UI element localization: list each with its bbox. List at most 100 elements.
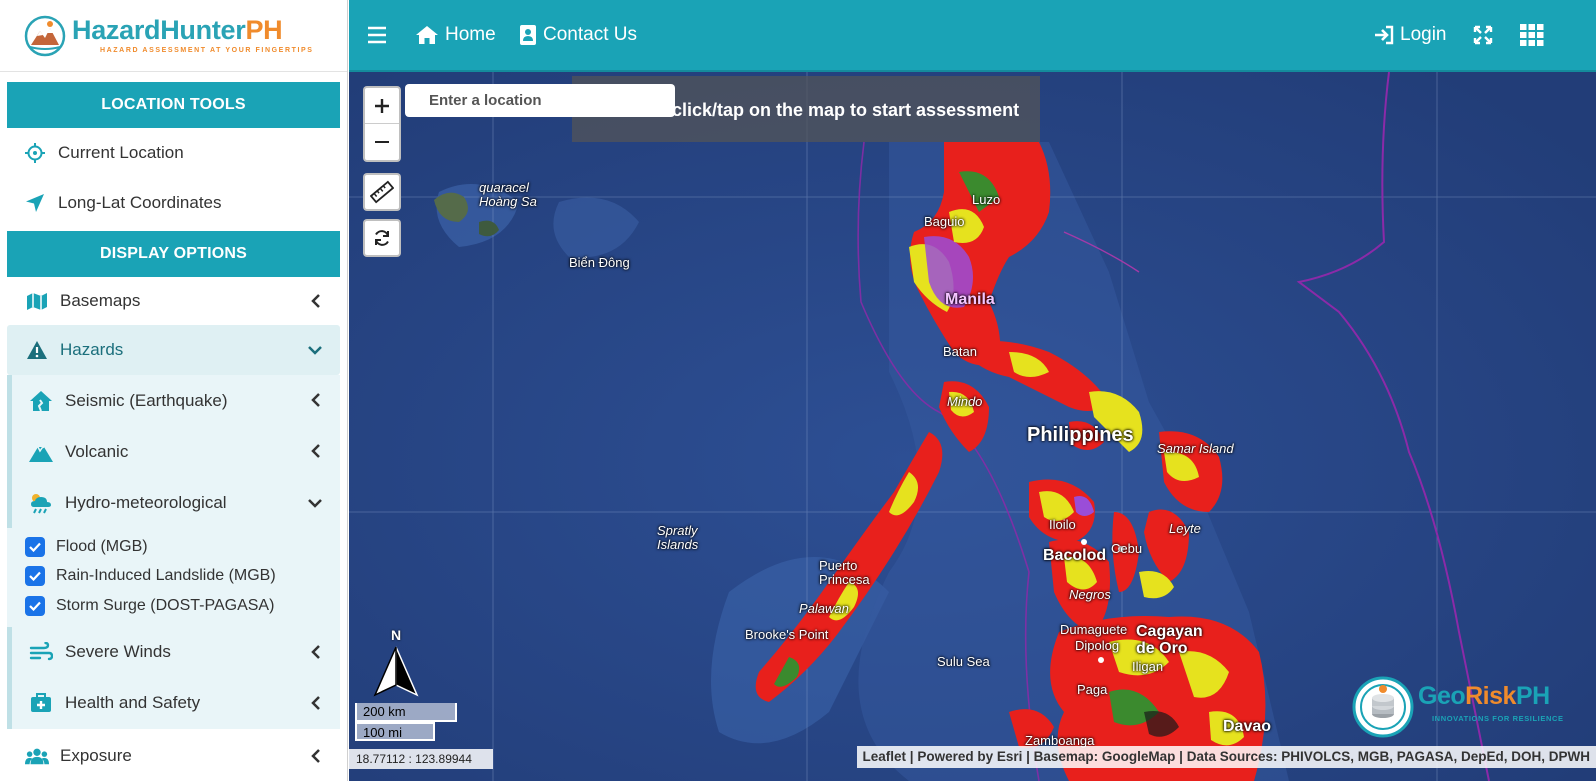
georiskph-logo[interactable]: GeoRiskPH INNOVATIONS FOR RESILIENCE xyxy=(1352,676,1596,746)
map-attribution[interactable]: Leaflet | Powered by Esri | Basemap: Goo… xyxy=(856,746,1596,768)
map-label-cagayan-text: Cagayan de Oro xyxy=(1136,623,1203,657)
chevron-left-icon xyxy=(311,444,320,458)
hazards-menu[interactable]: Hazards xyxy=(7,325,340,375)
georiskph-name-ph: PH xyxy=(1515,682,1550,710)
sign-in-icon xyxy=(1375,25,1394,45)
flood-layer-option[interactable]: Flood (MGB) xyxy=(25,532,340,562)
map-label-baguio: Baguio xyxy=(924,214,965,229)
storm-surge-layer-option[interactable]: Storm Surge (DOST-PAGASA) xyxy=(25,591,340,621)
cursor-coordinates: 18.77112 : 123.89944 xyxy=(349,749,493,769)
map-label-paracel-text: quaracel Hoàng Sa xyxy=(479,180,537,209)
georiskph-name: GeoRiskPH xyxy=(1418,682,1550,711)
scale-mi: 100 mi xyxy=(355,722,435,741)
map-label-dipolog: Dipolog xyxy=(1075,638,1120,653)
map-label-dumaguete: Dumaguete xyxy=(1060,622,1128,637)
plus-icon xyxy=(375,98,389,113)
volcanic-menu[interactable]: Volcanic xyxy=(7,426,340,477)
cloud-rain-icon xyxy=(28,490,54,516)
current-location-button[interactable]: Current Location xyxy=(0,128,347,178)
scale-km: 200 km xyxy=(355,703,457,722)
map-label-samar: Samar Island xyxy=(1157,441,1234,456)
warning-icon xyxy=(25,338,49,362)
map-scale: 200 km 100 mi xyxy=(355,703,457,741)
landslide-label: Rain-Induced Landslide (MGB) xyxy=(56,567,276,585)
map-label-negros: Negros xyxy=(1069,587,1111,602)
refresh-icon xyxy=(375,230,389,246)
storm-surge-label: Storm Surge (DOST-PAGASA) xyxy=(56,596,275,614)
refresh-map-button[interactable] xyxy=(363,219,401,257)
ruler-icon xyxy=(370,180,394,204)
medkit-icon xyxy=(28,690,54,716)
location-arrow-icon xyxy=(24,192,46,214)
volcano-icon xyxy=(28,439,54,465)
home-label: Home xyxy=(445,24,496,45)
zoom-control xyxy=(363,86,401,162)
severe-winds-menu[interactable]: Severe Winds xyxy=(7,626,340,678)
location-tools-header: LOCATION TOOLS xyxy=(7,82,340,128)
grid-icon xyxy=(1520,24,1544,46)
check-icon xyxy=(29,601,41,611)
minus-icon xyxy=(375,141,389,143)
map-label-mindoro: Mindo xyxy=(947,394,983,409)
fullscreen-button[interactable] xyxy=(1473,0,1499,70)
map-label-brookes-point: Brooke's Point xyxy=(745,627,829,642)
seismic-label: Seismic (Earthquake) xyxy=(65,390,228,410)
menu-toggle-button[interactable] xyxy=(367,0,393,70)
hazard-map[interactable]: quaracel Hoàng Sa Biển Đông Philippines … xyxy=(349,72,1596,781)
map-tiles[interactable] xyxy=(349,72,1596,781)
map-label-cagayan-de-oro: Cagayan de Oro xyxy=(1136,623,1203,658)
app-root: HazardHunterPH HAZARD ASSESSMENT AT YOUR… xyxy=(0,0,1596,781)
contact-us-link[interactable]: Contact Us xyxy=(519,0,637,70)
flood-checkbox[interactable] xyxy=(25,536,45,557)
map-label-bien-dong: Biển Đông xyxy=(569,255,630,270)
users-icon xyxy=(25,744,49,768)
apps-grid-button[interactable] xyxy=(1520,0,1550,70)
exposure-menu[interactable]: Exposure xyxy=(7,729,340,781)
brand-name-hunter: Hunter xyxy=(160,15,246,45)
seismic-menu[interactable]: Seismic (Earthquake) xyxy=(7,375,340,426)
map-label-puerto-princesa-text: Puerto Princesa xyxy=(819,558,870,587)
home-icon xyxy=(416,26,438,44)
zoom-out-button[interactable] xyxy=(365,124,399,160)
measure-button[interactable] xyxy=(363,173,401,211)
map-icon xyxy=(25,289,49,313)
map-label-spratly-text: Spratly Islands xyxy=(657,523,699,552)
hamburger-icon xyxy=(368,26,386,44)
home-link[interactable]: Home xyxy=(415,0,496,70)
sidebar: HazardHunterPH HAZARD ASSESSMENT AT YOUR… xyxy=(0,0,348,781)
map-label-luzon: Luzo xyxy=(972,192,1001,207)
landslide-layer-option[interactable]: Rain-Induced Landslide (MGB) xyxy=(25,562,340,592)
crosshair-icon xyxy=(24,142,46,164)
brand-name: HazardHunterPH xyxy=(72,17,314,44)
north-arrow: N xyxy=(373,627,419,701)
expand-icon xyxy=(1473,25,1493,45)
zoom-in-button[interactable] xyxy=(365,88,399,124)
health-safety-menu[interactable]: Health and Safety xyxy=(7,677,340,729)
map-label-pagadian: Paga xyxy=(1077,682,1108,697)
basemaps-menu[interactable]: Basemaps xyxy=(7,277,340,325)
long-lat-coordinates-button[interactable]: Long-Lat Coordinates xyxy=(0,178,347,228)
map-label-bacolod: Bacolod xyxy=(1043,547,1107,564)
contact-card-icon xyxy=(520,25,536,45)
map-label-iligan: Iligan xyxy=(1132,659,1164,674)
hydromet-layer-list: Flood (MGB) Rain-Induced Landslide (MGB)… xyxy=(7,528,340,627)
hydro-meteorological-menu[interactable]: Hydro-meteorological xyxy=(7,477,340,528)
current-location-label: Current Location xyxy=(58,143,184,162)
map-label-leyte: Leyte xyxy=(1169,521,1201,536)
landslide-checkbox[interactable] xyxy=(25,566,45,587)
map-label-spratly: Spratly Islands xyxy=(657,524,698,551)
severe-winds-label: Severe Winds xyxy=(65,642,171,661)
long-lat-coordinates-label: Long-Lat Coordinates xyxy=(58,193,222,212)
brand-logo[interactable]: HazardHunterPH HAZARD ASSESSMENT AT YOUR… xyxy=(0,0,347,72)
login-link[interactable]: Login xyxy=(1374,0,1447,70)
map-label-davao: Davao xyxy=(1223,718,1272,735)
brand-name-hazard: Hazard xyxy=(72,15,161,45)
storm-surge-checkbox[interactable] xyxy=(25,595,45,616)
flood-label: Flood (MGB) xyxy=(56,537,148,555)
volcanic-label: Volcanic xyxy=(65,441,129,461)
exposure-label: Exposure xyxy=(60,745,132,765)
georiskph-name-geo: Geo xyxy=(1418,682,1466,710)
location-search-input[interactable] xyxy=(405,84,675,117)
chevron-left-icon xyxy=(311,695,320,710)
top-navbar: Home Contact Us Login xyxy=(349,0,1596,72)
